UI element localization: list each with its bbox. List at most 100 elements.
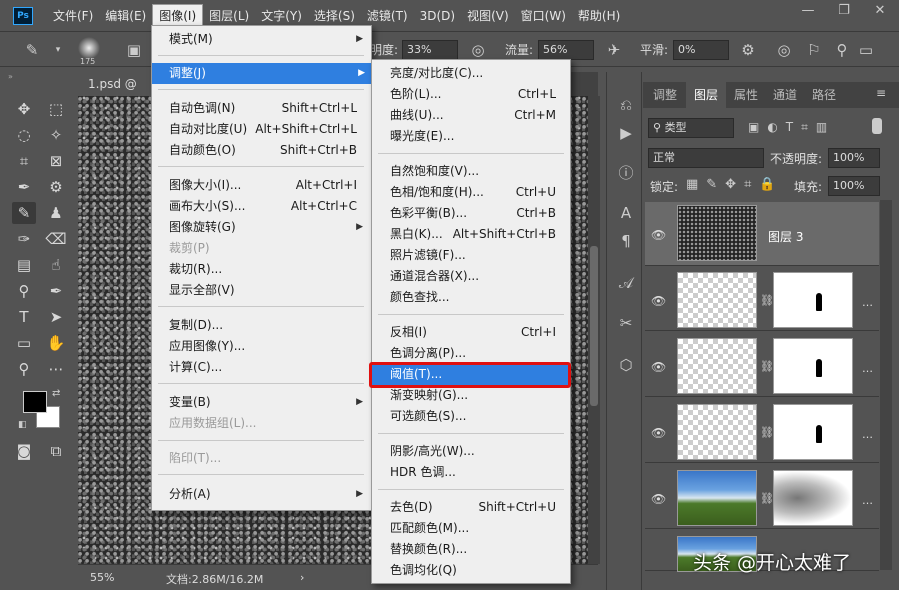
- menu-item-vibrance[interactable]: 自然饱和度(V)...: [390, 161, 568, 182]
- eye-icon[interactable]: 👁: [651, 360, 666, 374]
- brush-tip-icon[interactable]: [78, 37, 100, 59]
- fill-field[interactable]: 100%: [828, 176, 880, 196]
- eyedropper-tool-icon[interactable]: ✒: [12, 176, 36, 198]
- dodge-tool-icon[interactable]: ⚲: [12, 280, 36, 302]
- tab-properties[interactable]: 属性: [727, 82, 765, 108]
- pressure-opacity-icon[interactable]: ◎: [468, 40, 488, 60]
- menu-item-image-size[interactable]: 图像大小(I)... Alt+Ctrl+I: [169, 175, 369, 196]
- menu-item-duplicate[interactable]: 复制(D)...: [169, 315, 369, 336]
- menu-item-analysis[interactable]: 分析(A) ▶: [169, 484, 369, 505]
- pen-tool-icon[interactable]: ✒: [44, 280, 68, 302]
- smudge-tool-icon[interactable]: ☝: [44, 254, 68, 276]
- menu-item-posterize[interactable]: 色调分离(P)...: [390, 343, 568, 364]
- document-tab[interactable]: 1.psd @ 55: [78, 72, 152, 115]
- smoothing-field[interactable]: 0%: [673, 40, 729, 60]
- canvas-scrollbar[interactable]: [588, 96, 600, 564]
- more-icon[interactable]: …: [862, 362, 873, 375]
- frame-tool-icon[interactable]: ⊠: [44, 150, 68, 172]
- menu-item-channel-mixer[interactable]: 通道混合器(X)...: [390, 266, 568, 287]
- crop-tool-icon[interactable]: ⌗: [12, 150, 36, 172]
- menu-item-trim[interactable]: 裁切(R)...: [169, 259, 369, 280]
- close-icon[interactable]: ✕: [863, 0, 897, 24]
- layer-kind-filter[interactable]: ⚲ 类型: [648, 118, 734, 138]
- workspace-icon[interactable]: ▭: [856, 40, 876, 60]
- symmetry-icon[interactable]: ⚐: [804, 40, 824, 60]
- layer-name[interactable]: 图层 3: [768, 228, 803, 245]
- link-icon[interactable]: ⛓: [760, 492, 774, 506]
- menu-help[interactable]: 帮助(H): [572, 0, 626, 32]
- menu-item-color-balance[interactable]: 色彩平衡(B)... Ctrl+B: [390, 203, 568, 224]
- chevron-down-icon[interactable]: ▾: [48, 40, 68, 60]
- patch-tool-icon[interactable]: ⚙: [44, 176, 68, 198]
- menu-item-selective-color[interactable]: 可选颜色(S)...: [390, 406, 568, 427]
- menu-item-shadows-highlights[interactable]: 阴影/高光(W)...: [390, 441, 568, 462]
- menu-item-black-white[interactable]: 黑白(K)... Alt+Shift+Ctrl+B: [390, 224, 568, 245]
- more-icon[interactable]: …: [862, 296, 873, 309]
- brush-tool-icon[interactable]: ✎: [12, 202, 36, 224]
- flow-field[interactable]: 56%: [538, 40, 594, 60]
- menu-item-gradient-map[interactable]: 渐变映射(G)...: [390, 385, 568, 406]
- menu-item-apply-image[interactable]: 应用图像(Y)...: [169, 336, 369, 357]
- rectangle-tool-icon[interactable]: ▭: [12, 332, 36, 354]
- menu-item-replace-color[interactable]: 替换颜色(R)...: [390, 539, 568, 560]
- more-icon[interactable]: …: [862, 494, 873, 507]
- menu-item-image-rotation[interactable]: 图像旋转(G) ▶: [169, 217, 369, 238]
- move-tool-icon[interactable]: ✥: [12, 98, 36, 120]
- menu-item-match-color[interactable]: 匹配颜色(M)...: [390, 518, 568, 539]
- menu-item-hdr-toning[interactable]: HDR 色调...: [390, 462, 568, 483]
- tool-presets-icon[interactable]: ✂: [615, 312, 637, 334]
- menu-item-calculations[interactable]: 计算(C)...: [169, 357, 369, 378]
- foreground-color-swatch[interactable]: [23, 391, 47, 413]
- default-colors-icon[interactable]: ◧: [18, 420, 27, 430]
- more-tools-icon[interactable]: ⋯: [44, 358, 68, 380]
- menu-item-curves[interactable]: 曲线(U)... Ctrl+M: [390, 105, 568, 126]
- tab-adjustments[interactable]: 调整: [645, 82, 685, 108]
- menu-item-adjustments[interactable]: 调整(J) ▶: [152, 63, 371, 84]
- brush-preset-icon[interactable]: ✎: [22, 40, 42, 60]
- menu-item-photo-filter[interactable]: 照片滤镜(F)...: [390, 245, 568, 266]
- layer-opacity-field[interactable]: 100%: [828, 148, 880, 168]
- info-panel-icon[interactable]: ⓘ: [615, 162, 637, 184]
- paragraph-panel-icon[interactable]: ¶: [615, 230, 637, 252]
- menu-item-levels[interactable]: 色阶(L)... Ctrl+L: [390, 84, 568, 105]
- menu-item-brightness-contrast[interactable]: 亮度/对比度(C)...: [390, 63, 568, 84]
- menu-item-auto-color[interactable]: 自动颜色(O) Shift+Ctrl+B: [169, 140, 369, 161]
- menu-item-auto-tone[interactable]: 自动色调(N) Shift+Ctrl+L: [169, 98, 369, 119]
- link-icon[interactable]: ⛓: [760, 294, 774, 308]
- gradient-tool-icon[interactable]: ▤: [12, 254, 36, 276]
- eye-icon[interactable]: 👁: [651, 294, 666, 308]
- menu-item-auto-contrast[interactable]: 自动对比度(U) Alt+Shift+Ctrl+L: [169, 119, 369, 140]
- marquee-tool-icon[interactable]: ⬚: [44, 98, 68, 120]
- eye-icon[interactable]: 👁: [651, 492, 666, 506]
- menu-item-variables[interactable]: 变量(B) ▶: [169, 392, 369, 413]
- layer-filter-icons[interactable]: ▣◐T⌗▥: [748, 120, 835, 135]
- quick-mask-icon[interactable]: ◙: [12, 440, 36, 462]
- search-icon[interactable]: ⚲: [832, 40, 852, 60]
- menu-window[interactable]: 窗口(W): [515, 0, 572, 32]
- menu-item-canvas-size[interactable]: 画布大小(S)... Alt+Ctrl+C: [169, 196, 369, 217]
- minimize-icon[interactable]: —: [791, 0, 825, 24]
- history-brush-icon[interactable]: ✑: [12, 228, 36, 250]
- tab-channels[interactable]: 通道: [766, 82, 804, 108]
- menu-item-mode[interactable]: 模式(M) ▶: [169, 29, 369, 50]
- lasso-tool-icon[interactable]: ◌: [12, 124, 36, 146]
- maximize-icon[interactable]: ❐: [827, 0, 861, 24]
- swap-colors-icon[interactable]: ⇄: [52, 388, 60, 399]
- status-arrow-icon[interactable]: ›: [300, 571, 304, 584]
- airbrush-icon[interactable]: ✈: [604, 40, 624, 60]
- menu-edit[interactable]: 编辑(E): [99, 0, 152, 32]
- scrollbar-thumb[interactable]: [590, 246, 598, 406]
- menu-item-desaturate[interactable]: 去色(D) Shift+Ctrl+U: [390, 497, 568, 518]
- menu-item-equalize[interactable]: 色调均化(Q): [390, 560, 568, 581]
- pressure-size-icon[interactable]: ◎: [774, 40, 794, 60]
- hand-tool-icon[interactable]: ✋: [44, 332, 68, 354]
- history-panel-icon[interactable]: ⎌: [615, 94, 637, 116]
- zoom-level[interactable]: 55%: [90, 571, 114, 584]
- zoom-tool-icon[interactable]: ⚲: [12, 358, 36, 380]
- more-icon[interactable]: …: [862, 428, 873, 441]
- menu-file[interactable]: 文件(F): [47, 0, 99, 32]
- character-panel-icon[interactable]: A: [615, 202, 637, 224]
- menu-item-reveal-all[interactable]: 显示全部(V): [169, 280, 369, 301]
- actions-panel-icon[interactable]: ▶: [615, 122, 637, 144]
- menu-item-invert[interactable]: 反相(I) Ctrl+I: [390, 322, 568, 343]
